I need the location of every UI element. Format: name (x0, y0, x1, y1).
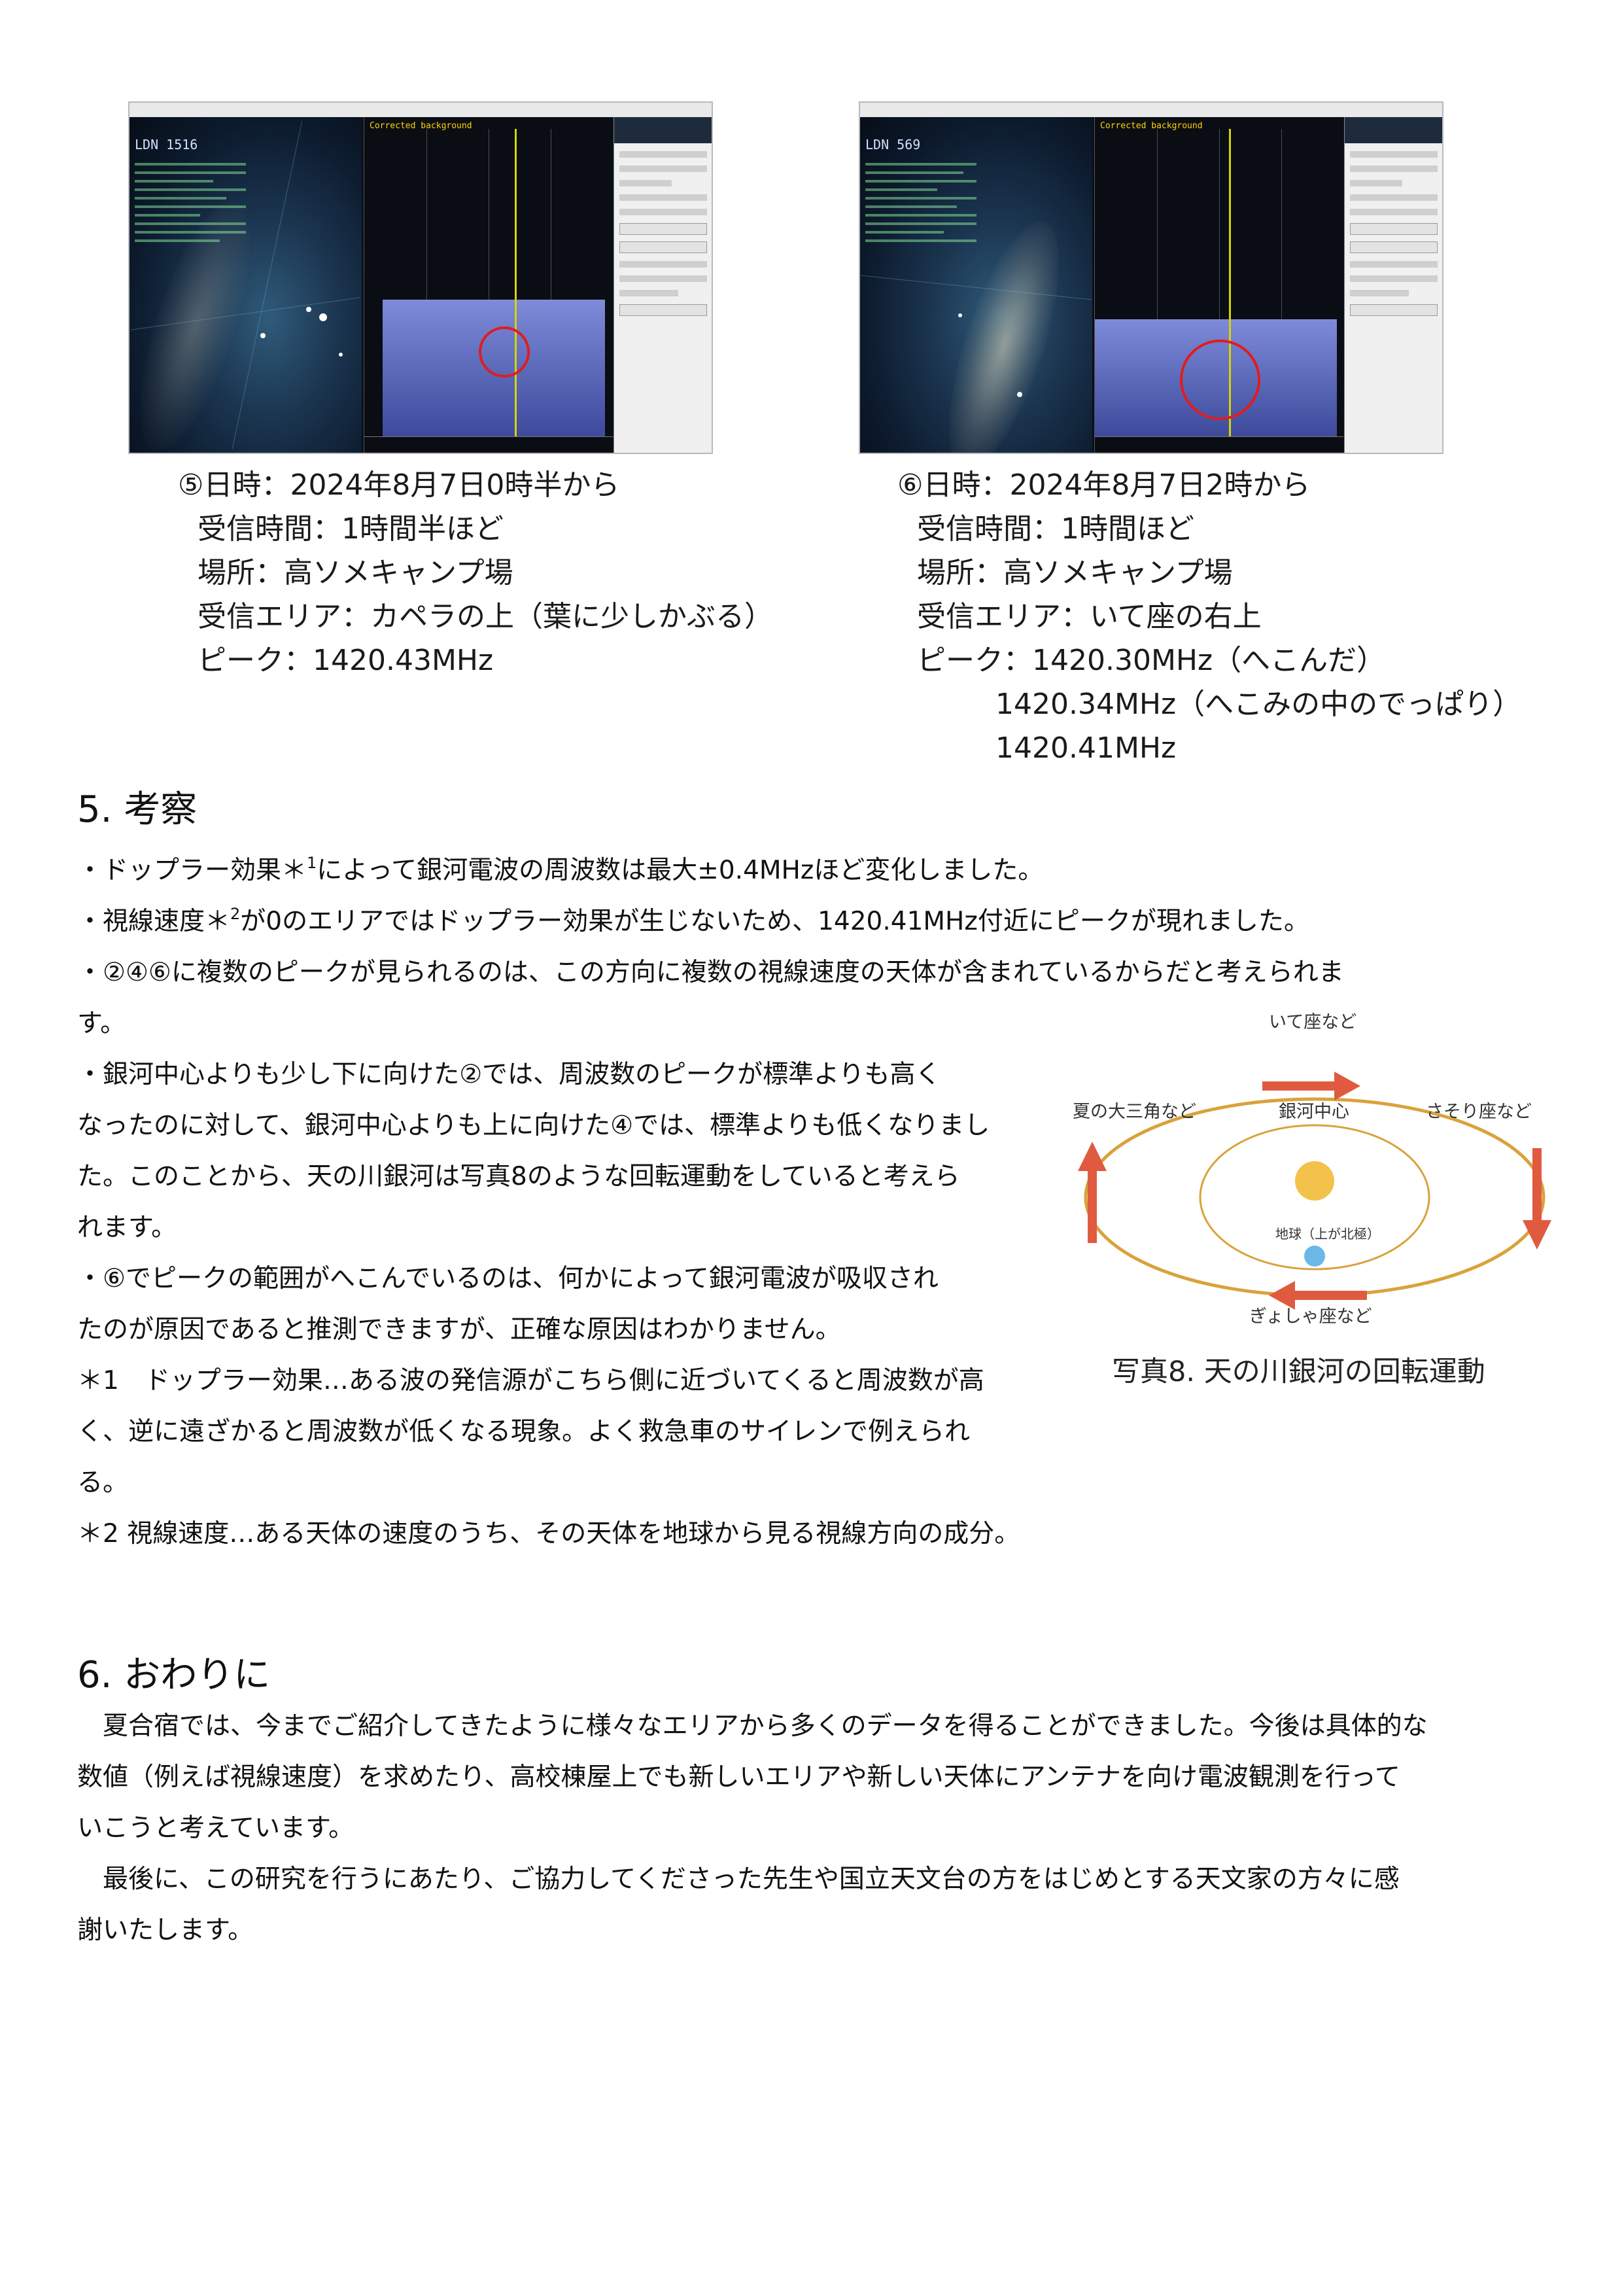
text-run: ・視線速度＊ (77, 907, 231, 936)
footnote-ref: 2 (230, 905, 241, 923)
sdr-control-panel (613, 117, 712, 453)
section-6-heading: 6. おわりに (77, 1654, 271, 1696)
spectrum-window: Corrected background (1094, 117, 1343, 453)
text-run: によって銀河電波の周波数は最大±0.4MHzほど変化しました。 (317, 856, 1044, 885)
star (306, 307, 311, 312)
footnote-1: る。 (77, 1468, 129, 1498)
closing-paragraph-2: 謝いたします。 (77, 1916, 254, 1945)
screenshot-5: LDN 1516 Corrected background (128, 101, 713, 454)
star (958, 313, 962, 317)
caption-6: ⑥日時：2024年8月7日2時から 受信時間：1時間ほど 場所：高ソメキャンプ場… (897, 463, 1521, 770)
caption-line: 受信エリア：いて座の右上 (917, 600, 1262, 633)
footnote-1: く、逆に遠ざかると周波数が低くなる現象。よく救急車のサイレンで例えられ (77, 1417, 971, 1446)
panel-button[interactable] (619, 304, 707, 316)
caption-line: 場所：高ソメキャンプ場 (198, 556, 513, 589)
footnote-ref: 1 (307, 854, 317, 872)
caption-line: 受信時間：1時間ほど (917, 512, 1194, 546)
text-run: ・ドップラー効果＊ (77, 856, 307, 885)
stellarium-sky-view: LDN 1516 (130, 117, 362, 453)
caption-line: ⑥日時：2024年8月7日2時から (897, 468, 1311, 502)
panel-button[interactable] (619, 241, 707, 253)
closing-paragraph-1: いこうと考えています。 (77, 1813, 354, 1843)
object-label: LDN 1516 (135, 137, 198, 152)
object-info-text (865, 163, 976, 248)
stellarium-sky-view: LDN 569 (860, 117, 1092, 453)
caption-5: ⑤日時：2024年8月7日0時半から 受信時間：1時間半ほど 場所：高ソメキャン… (178, 463, 773, 682)
caption-line: ピーク：1420.30MHz（へこんだ） (917, 644, 1386, 677)
closing-paragraph-2: 最後に、この研究を行うにあたり、ご協力してくださった先生や国立天文台の方をはじめ… (77, 1865, 1400, 1894)
caption-line: 受信エリア：カペラの上（葉に少しかぶる） (198, 600, 773, 633)
caption-line: ピーク：1420.43MHz (198, 644, 494, 677)
sdr-control-panel (1344, 117, 1442, 453)
arrow-top-icon (1262, 1072, 1360, 1100)
caption-line: 1420.34MHz（へこみの中のでっぱり） (995, 688, 1522, 721)
object-label: LDN 569 (865, 137, 921, 152)
label-earth: 地球（上が北極） (1275, 1226, 1380, 1242)
label-auriga: ぎょしゃ座など (1249, 1306, 1372, 1327)
label-sagittarius: いて座など (1269, 1012, 1357, 1032)
bullet-radial-velocity: ・視線速度＊2が0のエリアではドップラー効果が生じないため、1420.41MHz… (77, 896, 1344, 947)
star (319, 313, 327, 321)
caption-line: 1420.41MHz (995, 731, 1177, 765)
spectrum-window: Corrected background (364, 117, 613, 453)
peak-circle (479, 326, 530, 377)
label-scorpius: さそり座など (1426, 1102, 1532, 1122)
object-info-text (135, 163, 246, 248)
label-galactic-center: 銀河中心 (1279, 1102, 1349, 1122)
window-title-bar (860, 103, 1442, 117)
panel-button[interactable] (1350, 304, 1438, 316)
closing-paragraph-1: 数値（例えば視線速度）を求めたり、高校棟屋上でも新しいエリアや新しい天体にアンテ… (77, 1762, 1400, 1792)
closing-paragraph-1: 夏合宿では、今までご紹介してきたように様々なエリアから多くのデータを得ることがで… (77, 1711, 1428, 1741)
caption-line: ⑤日時：2024年8月7日0時半から (178, 468, 620, 502)
figure-caption-8: 写真8. 天の川銀河の回転運動 (1112, 1356, 1485, 1388)
screenshot-6: LDN 569 Corrected background (859, 101, 1443, 454)
spectrum-caption: Corrected background (1100, 121, 1203, 131)
caption-line: 場所：高ソメキャンプ場 (917, 556, 1233, 589)
galaxy-rotation-diagram: いて座など 夏の大三角など さそり座など 銀河中心 地球（上が北極） ぎょしゃ座… (1073, 1007, 1557, 1400)
section-5-heading: 5. 考察 (77, 788, 198, 831)
label-summer-triangle: 夏の大三角など (1073, 1102, 1196, 1122)
footnote-2: ＊2 視線速度…ある天体の速度のうち、その天体を地球から見る視線方向の成分。 (77, 1519, 1020, 1549)
frequency-axis (1095, 436, 1343, 453)
star (260, 333, 266, 338)
text-run: が0のエリアではドップラー効果が生じないため、1420.41MHz付近にピークが… (240, 907, 1309, 936)
star (1017, 392, 1022, 397)
bullet-doppler: ・ドップラー効果＊1によって銀河電波の周波数は最大±0.4MHzほど変化しました… (77, 845, 1344, 896)
galactic-center-dot (1295, 1161, 1334, 1200)
panel-button[interactable] (1350, 223, 1438, 235)
section-6-body: 夏合宿では、今までご紹介してきたように様々なエリアから多くのデータを得ることがで… (77, 1701, 1428, 1956)
panel-button[interactable] (619, 223, 707, 235)
spectrum-caption: Corrected background (370, 121, 472, 131)
star (339, 353, 343, 357)
bullet-multiple-peaks: ・②④⑥に複数のピークが見られるのは、この方向に複数の視線速度の天体が含まれてい… (77, 958, 1344, 987)
peak-circle (1180, 340, 1260, 420)
panel-button[interactable] (1350, 241, 1438, 253)
frequency-axis (364, 436, 613, 453)
marker-line (515, 129, 517, 437)
rotation-diagram-svg (1078, 1072, 1551, 1310)
earth-dot (1304, 1246, 1325, 1267)
arrow-left-icon (1078, 1142, 1107, 1243)
caption-line: 受信時間：1時間半ほど (198, 512, 504, 546)
window-title-bar (130, 103, 712, 117)
